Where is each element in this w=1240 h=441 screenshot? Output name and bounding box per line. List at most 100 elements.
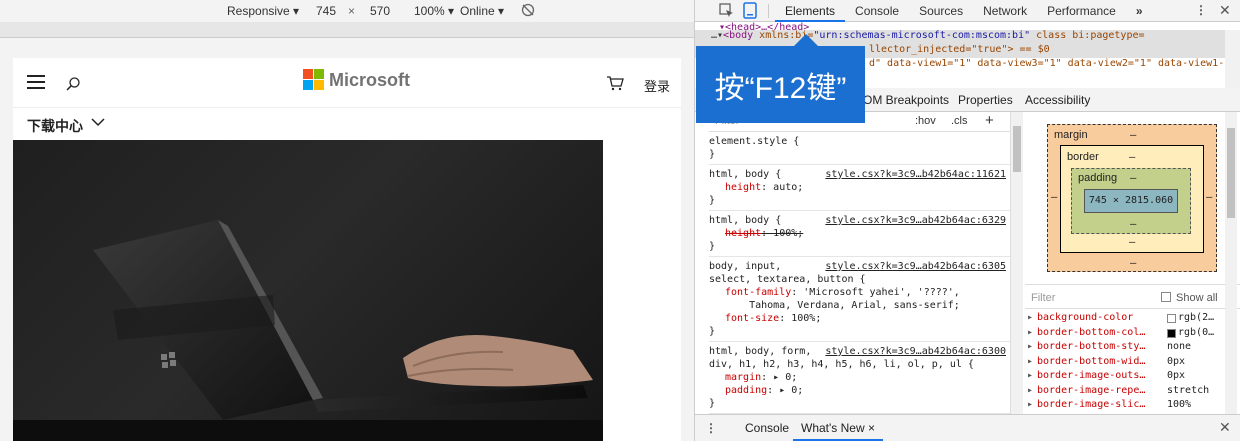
box-margin[interactable]: margin – – – – border – – padding – – 74… <box>1047 124 1217 272</box>
style-declaration[interactable]: height: 100%; <box>709 227 1010 240</box>
color-swatch[interactable] <box>1167 314 1176 323</box>
style-colon: : <box>761 182 774 193</box>
computed-row[interactable]: ▸ border-bottom-col… rgb(0… <box>1025 327 1240 342</box>
hero-image-surface-laptop <box>13 140 603 441</box>
styles-scrollbar[interactable] <box>1011 112 1023 414</box>
expand-arrow-icon[interactable]: ▸ <box>1027 385 1033 396</box>
tab-sources[interactable]: Sources <box>909 0 973 22</box>
more-tabs-icon[interactable]: » <box>1126 0 1153 22</box>
computed-row[interactable]: ▸ border-image-repe… stretch <box>1025 385 1240 400</box>
new-rule-plus-icon[interactable]: + <box>985 112 994 129</box>
box-border[interactable]: border – – padding – – 745 × 2815.060 <box>1060 145 1204 253</box>
dom-expand-marker: …▾ <box>711 30 724 41</box>
style-rule[interactable]: element.style {} <box>709 132 1010 165</box>
drawer-tab-whats-new[interactable]: What's New × <box>793 415 883 441</box>
style-property: padding <box>725 385 768 396</box>
style-rule-close: } <box>709 149 716 160</box>
computed-pane: margin – – – – border – – padding – – 74… <box>1025 112 1240 414</box>
computed-property: border-image-repe… <box>1037 384 1146 396</box>
drawer-close-icon[interactable]: ✕ <box>1219 419 1231 436</box>
zoom-label: 100% <box>414 4 445 18</box>
hamburger-icon[interactable] <box>27 75 45 89</box>
computed-value: rgb(0… <box>1178 326 1215 338</box>
style-source-link[interactable]: style.csx?k=3c9…ab42b64ac:6300 <box>825 345 1006 358</box>
style-source-link[interactable]: style.csx?k=3c9…b42b64ac:11621 <box>825 168 1006 181</box>
brand-name[interactable]: Microsoft <box>329 70 410 91</box>
computed-scroll-thumb[interactable] <box>1227 128 1235 218</box>
drawer-menu-icon[interactable]: ⋮ <box>705 421 717 435</box>
computed-property: border-bottom-wid… <box>1037 355 1146 367</box>
network-dropdown[interactable]: Online ▾ <box>460 4 504 18</box>
zoom-dropdown[interactable]: 100% ▾ <box>414 4 454 18</box>
style-source-link[interactable]: style.csx?k=3c9…ab42b64ac:6329 <box>825 214 1006 227</box>
tab-dom-breakpoints[interactable]: OM Breakpoints <box>863 93 949 107</box>
style-property: margin <box>725 372 762 383</box>
style-rule[interactable]: html, body {style.csx?k=3c9…b42b64ac:116… <box>709 165 1010 211</box>
dom-body-node[interactable]: …▾<body xmlns:bi="urn:schemas-microsoft-… <box>711 30 1145 41</box>
style-declaration[interactable]: font-family: 'Microsoft yahei', '????', … <box>709 286 1010 312</box>
computed-filter-input[interactable]: Filter <box>1031 292 1055 304</box>
style-colon: : <box>791 287 804 298</box>
computed-row[interactable]: ▸ border-image-slic… 100% <box>1025 399 1240 414</box>
style-source-link[interactable]: style.csx?k=3c9…ab42b64ac:6305 <box>825 260 1006 273</box>
times-sign: × <box>348 4 356 18</box>
device-viewport-area: Responsive ▾ 745 × 570 100% ▾ Online ▾ ⋮… <box>0 0 694 441</box>
cart-icon[interactable] <box>606 75 624 91</box>
computed-row[interactable]: ▸ background-color rgb(2… <box>1025 312 1240 327</box>
microsoft-logo-icon[interactable] <box>303 69 325 91</box>
style-rule-selector: element.style { <box>709 136 800 147</box>
devtools-close-icon[interactable]: ✕ <box>1219 2 1231 19</box>
expand-arrow-icon[interactable]: ▸ <box>1027 356 1033 367</box>
style-rule[interactable]: html, body, form, div, h1, h2, h3, h4, h… <box>709 342 1010 414</box>
signin-link[interactable]: 登录 <box>644 76 670 95</box>
computed-row[interactable]: ▸ border-bottom-wid… 0px <box>1025 356 1240 371</box>
computed-property: border-image-slic… <box>1037 399 1146 410</box>
styles-scroll-thumb[interactable] <box>1013 126 1021 172</box>
style-declaration[interactable]: height: auto; <box>709 181 1010 194</box>
box-content[interactable]: 745 × 2815.060 <box>1084 189 1178 213</box>
chevron-down-icon <box>91 116 105 128</box>
box-margin-left: – <box>1051 191 1058 203</box>
tab-accessibility[interactable]: Accessibility <box>1025 93 1090 107</box>
height-input[interactable]: 570 <box>370 4 390 18</box>
expand-arrow-icon[interactable]: ▸ <box>1027 312 1033 323</box>
expand-arrow-icon[interactable]: ▸ <box>1027 327 1033 338</box>
rotate-icon[interactable] <box>520 2 536 18</box>
tab-network[interactable]: Network <box>973 0 1037 22</box>
style-declaration[interactable]: font-size: 100%; <box>709 312 1010 325</box>
drawer-tab-console[interactable]: Console <box>745 421 789 435</box>
computed-scrollbar[interactable] <box>1225 112 1237 414</box>
show-all-checkbox[interactable] <box>1161 292 1171 302</box>
computed-row[interactable]: ▸ border-image-outs… 0px <box>1025 370 1240 385</box>
computed-list: ▸ background-color rgb(2… ▸ border-bottom-co… <box>1025 312 1240 414</box>
dom-scrollbar[interactable] <box>1225 30 1240 88</box>
download-center-bar[interactable]: 下载中心 <box>13 110 681 140</box>
style-rule[interactable]: html, body {style.csx?k=3c9…ab42b64ac:63… <box>709 211 1010 257</box>
color-swatch[interactable] <box>1167 328 1176 338</box>
style-value: ▸ 0; <box>779 385 804 396</box>
style-declaration[interactable]: padding: ▸ 0; <box>709 384 1010 397</box>
tab-elements[interactable]: Elements <box>775 0 846 22</box>
inspect-element-icon[interactable] <box>719 3 735 19</box>
responsive-dropdown[interactable]: Responsive ▾ <box>227 4 299 18</box>
style-declaration[interactable]: margin: ▸ 0; <box>709 371 1010 384</box>
expand-arrow-icon[interactable]: ▸ <box>1027 341 1033 352</box>
width-input[interactable]: 745 <box>316 4 336 18</box>
style-rule[interactable]: body, input, select, textarea, button {s… <box>709 257 1010 342</box>
device-toggle-icon[interactable] <box>743 2 757 19</box>
cls-toggle[interactable]: .cls <box>951 115 968 127</box>
search-icon[interactable] <box>65 76 81 92</box>
computed-property: border-bottom-sty… <box>1037 341 1146 352</box>
tab-divider <box>768 4 769 18</box>
expand-arrow-icon[interactable]: ▸ <box>1027 399 1033 410</box>
devtools-menu-icon[interactable]: ⋮ <box>1195 3 1207 17</box>
box-padding[interactable]: padding – – 745 × 2815.060 <box>1071 168 1191 234</box>
tab-performance[interactable]: Performance <box>1037 0 1126 22</box>
computed-row[interactable]: ▸ border-bottom-sty… none <box>1025 341 1240 356</box>
expand-arrow-icon[interactable]: ▸ <box>1027 370 1033 381</box>
hov-toggle[interactable]: :hov <box>915 115 936 127</box>
drawer-tab-close-icon[interactable]: × <box>868 421 875 435</box>
tab-console[interactable]: Console <box>845 0 909 22</box>
tab-properties[interactable]: Properties <box>958 93 1013 107</box>
dom-body-tag: <body <box>723 30 754 41</box>
